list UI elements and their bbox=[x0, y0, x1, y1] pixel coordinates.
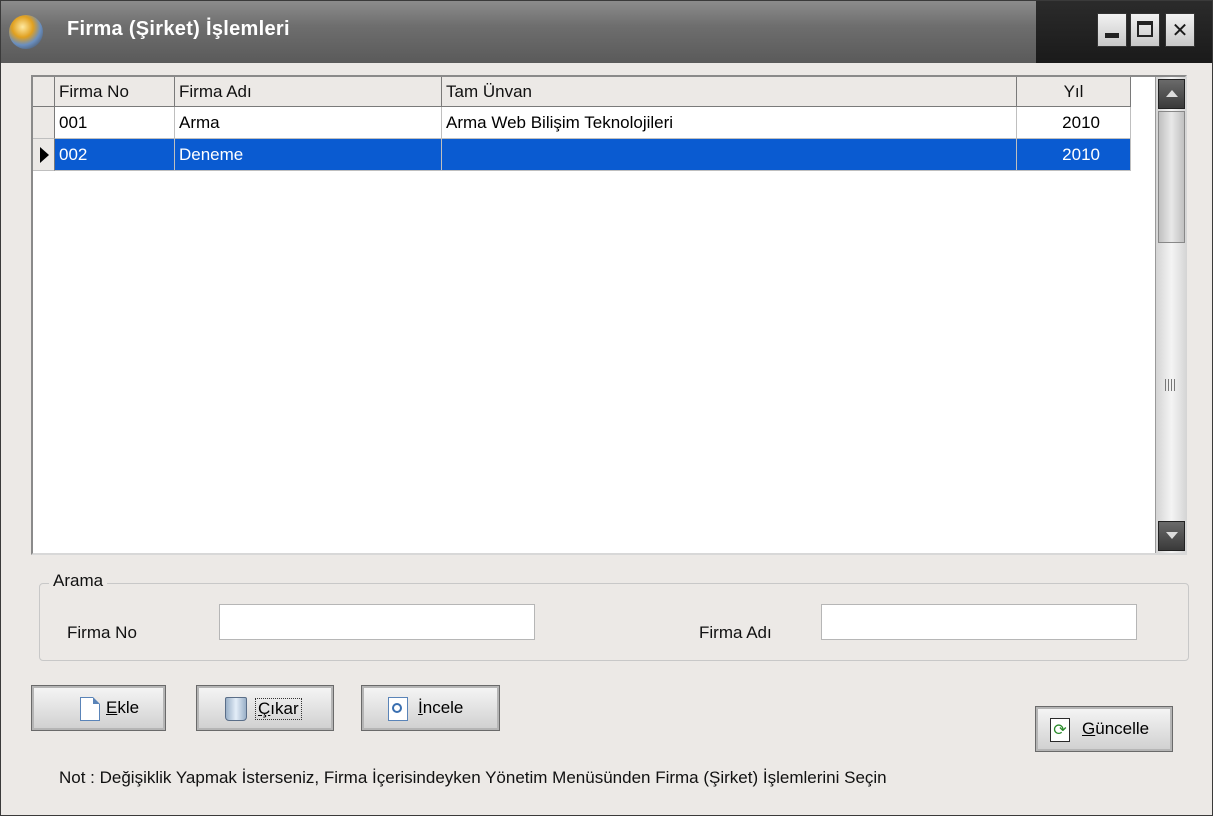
grid-corner-header bbox=[33, 77, 55, 107]
column-header-firma-no[interactable]: Firma No bbox=[55, 77, 175, 107]
scroll-down-button[interactable] bbox=[1158, 521, 1185, 551]
window-title: Firma (Şirket) İşlemleri bbox=[67, 18, 290, 40]
cell-tam-unvan[interactable]: Arma Web Bilişim Teknolojileri bbox=[442, 107, 1017, 139]
firma-adi-search-input[interactable] bbox=[821, 604, 1137, 640]
maximize-button[interactable] bbox=[1130, 13, 1160, 47]
row-indicator[interactable] bbox=[33, 107, 55, 139]
current-row-arrow-icon bbox=[40, 147, 49, 163]
minimize-icon bbox=[1105, 33, 1119, 38]
cell-firma-no[interactable]: 001 bbox=[55, 107, 175, 139]
firma-grid[interactable]: Firma No Firma Adı Tam Ünvan Yıl 001 Arm… bbox=[31, 75, 1187, 555]
new-document-icon bbox=[80, 697, 100, 721]
cell-tam-unvan[interactable] bbox=[442, 139, 1017, 171]
cell-yil[interactable]: 2010 bbox=[1017, 139, 1131, 171]
column-header-firma-adi[interactable]: Firma Adı bbox=[175, 77, 442, 107]
close-button[interactable]: ✕ bbox=[1165, 13, 1195, 47]
grid-vertical-scrollbar[interactable] bbox=[1155, 77, 1187, 553]
maximize-icon bbox=[1137, 21, 1153, 37]
cell-firma-no[interactable]: 002 bbox=[55, 139, 175, 171]
firma-adi-label: Firma Adı bbox=[699, 623, 772, 642]
refresh-icon: ⟳ bbox=[1050, 718, 1070, 742]
title-bar[interactable]: Firma (Şirket) İşlemleri ✕ bbox=[1, 1, 1212, 63]
info-note: Not : Değişiklik Yapmak İsterseniz, Firm… bbox=[59, 768, 887, 787]
cikar-button[interactable]: Çıkar bbox=[196, 685, 334, 731]
incele-button[interactable]: İncele bbox=[361, 685, 500, 731]
firma-no-label: Firma No bbox=[67, 623, 137, 642]
guncelle-button-label: Güncelle bbox=[1082, 719, 1150, 738]
firma-no-search-input[interactable] bbox=[219, 604, 535, 640]
trash-icon bbox=[225, 697, 247, 721]
cell-firma-adi[interactable]: Deneme bbox=[175, 139, 442, 171]
column-header-tam-unvan[interactable]: Tam Ünvan bbox=[442, 77, 1017, 107]
column-header-yil[interactable]: Yıl bbox=[1017, 77, 1131, 107]
cikar-button-label: Çıkar bbox=[255, 698, 302, 720]
close-icon: ✕ bbox=[1171, 18, 1189, 42]
globe-icon[interactable] bbox=[9, 15, 43, 49]
guncelle-button[interactable]: ⟳ Güncelle bbox=[1035, 706, 1173, 752]
minimize-button[interactable] bbox=[1097, 13, 1127, 47]
cell-yil[interactable]: 2010 bbox=[1017, 107, 1131, 139]
scroll-grip-icon bbox=[1165, 379, 1175, 391]
cell-firma-adi[interactable]: Arma bbox=[175, 107, 442, 139]
ekle-button[interactable]: Ekle bbox=[31, 685, 166, 731]
row-indicator[interactable] bbox=[33, 139, 55, 171]
search-group-legend: Arama bbox=[49, 571, 108, 591]
firma-islemleri-window: Firma (Şirket) İşlemleri ✕ Firma No Firm… bbox=[0, 0, 1213, 816]
magnifier-document-icon bbox=[388, 697, 408, 721]
scroll-up-button[interactable] bbox=[1158, 79, 1185, 109]
incele-button-label: İncele bbox=[418, 698, 464, 717]
ekle-button-label: Ekle bbox=[106, 698, 140, 717]
scroll-thumb[interactable] bbox=[1158, 111, 1185, 243]
